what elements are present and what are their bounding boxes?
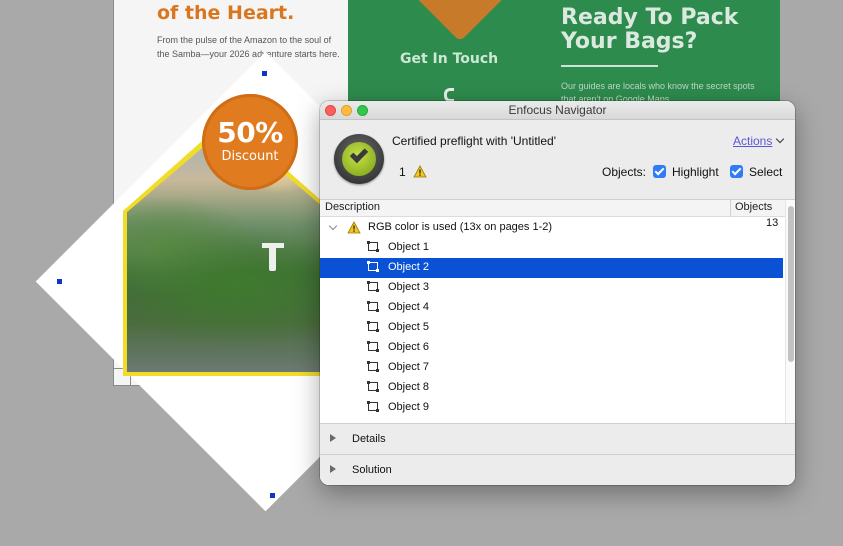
disclosure-triangle-icon[interactable] xyxy=(330,465,336,473)
doc-body-text: From the pulse of the Amazon to the soul… xyxy=(157,35,340,59)
highlight-label[interactable]: Highlight xyxy=(672,165,719,179)
object-bounds-icon xyxy=(367,361,379,372)
object-label: Object 9 xyxy=(388,401,429,413)
object-label: Object 7 xyxy=(388,361,429,373)
warning-count: 1 xyxy=(399,165,406,179)
object-row[interactable]: Object 4 xyxy=(320,298,783,318)
object-label: Object 8 xyxy=(388,381,429,393)
report-header: Certified preflight with 'Untitled' Acti… xyxy=(320,121,795,201)
object-bounds-icon xyxy=(367,321,379,332)
object-row[interactable]: Object 5 xyxy=(320,318,783,338)
report-title: Certified preflight with 'Untitled' xyxy=(392,134,556,148)
object-label: Object 5 xyxy=(388,321,429,333)
ready-title: Ready To Pack Your Bags? xyxy=(561,5,739,54)
highlight-checkbox[interactable] xyxy=(653,165,666,178)
checkmark-icon xyxy=(349,144,369,164)
column-divider[interactable] xyxy=(730,200,731,217)
object-bounds-icon xyxy=(367,281,379,292)
get-in-touch-label: Get In Touch xyxy=(400,51,499,67)
title-bar[interactable]: Enfocus Navigator xyxy=(320,101,795,120)
title-rule xyxy=(561,65,658,67)
object-bounds-icon xyxy=(367,341,379,352)
object-bounds-icon xyxy=(367,381,379,392)
object-label: Object 4 xyxy=(388,301,429,313)
object-bounds-icon xyxy=(367,261,379,272)
object-row[interactable]: Object 3 xyxy=(320,278,783,298)
scroll-thumb[interactable] xyxy=(788,206,794,362)
actions-menu-button[interactable]: Actions xyxy=(733,134,772,148)
enfocus-navigator-window: Enfocus Navigator Certified preflight wi… xyxy=(320,101,795,485)
object-bounds-icon xyxy=(367,301,379,312)
solution-label: Solution xyxy=(352,464,392,476)
column-objects[interactable]: Objects xyxy=(735,201,772,213)
details-label: Details xyxy=(352,433,386,445)
preflight-success-icon xyxy=(334,134,384,184)
green-panel: Get In Touch Ready To Pack Your Bags? Ou… xyxy=(348,0,780,112)
window-title: Enfocus Navigator xyxy=(508,103,607,117)
checkmark-badge xyxy=(342,142,376,176)
disclosure-triangle-icon[interactable] xyxy=(330,434,336,442)
chevron-down-icon[interactable] xyxy=(775,134,785,144)
group-object-count: 13 xyxy=(766,217,779,229)
badge-percent: 50% xyxy=(217,116,283,149)
selection-handle-top[interactable] xyxy=(262,71,267,76)
column-description[interactable]: Description xyxy=(325,201,380,213)
select-checkbox[interactable] xyxy=(730,165,743,178)
badge-label: Discount xyxy=(221,149,279,164)
object-row[interactable]: Object 6 xyxy=(320,338,783,358)
doc-headline: of the Heart. xyxy=(157,2,295,24)
object-row[interactable]: Object 9 xyxy=(320,398,783,418)
group-label: RGB color is used (13x on pages 1-2) xyxy=(368,221,553,233)
details-section[interactable]: Details xyxy=(320,423,795,454)
warning-icon xyxy=(413,165,427,178)
object-label: Object 6 xyxy=(388,341,429,353)
object-label: Object 2 xyxy=(388,261,429,273)
group-row-rgb-color[interactable]: RGB color is used (13x on pages 1-2) 13 xyxy=(320,217,783,238)
objects-label: Objects: xyxy=(602,165,647,179)
object-label: Object 1 xyxy=(388,241,429,253)
object-row[interactable]: Object 8 xyxy=(320,378,783,398)
orange-shape xyxy=(396,0,510,42)
disclosure-chevron-icon[interactable] xyxy=(328,221,338,231)
discount-badge: 50% Discount xyxy=(202,94,298,190)
phone-icon xyxy=(444,88,454,102)
statue-arms xyxy=(262,243,284,248)
object-row[interactable]: Object 1 xyxy=(320,238,783,258)
object-label: Object 3 xyxy=(388,281,429,293)
solution-section[interactable]: Solution xyxy=(320,454,795,485)
object-row[interactable]: Object 7 xyxy=(320,358,783,378)
object-bounds-icon xyxy=(367,241,379,252)
selection-handle-left[interactable] xyxy=(57,279,62,284)
warning-icon xyxy=(347,221,361,234)
selection-handle-bottom[interactable] xyxy=(270,493,275,498)
object-row[interactable]: Object 2 xyxy=(320,258,783,278)
select-label[interactable]: Select xyxy=(749,165,782,179)
object-bounds-icon xyxy=(367,401,379,412)
column-header: Description Objects xyxy=(320,200,785,217)
